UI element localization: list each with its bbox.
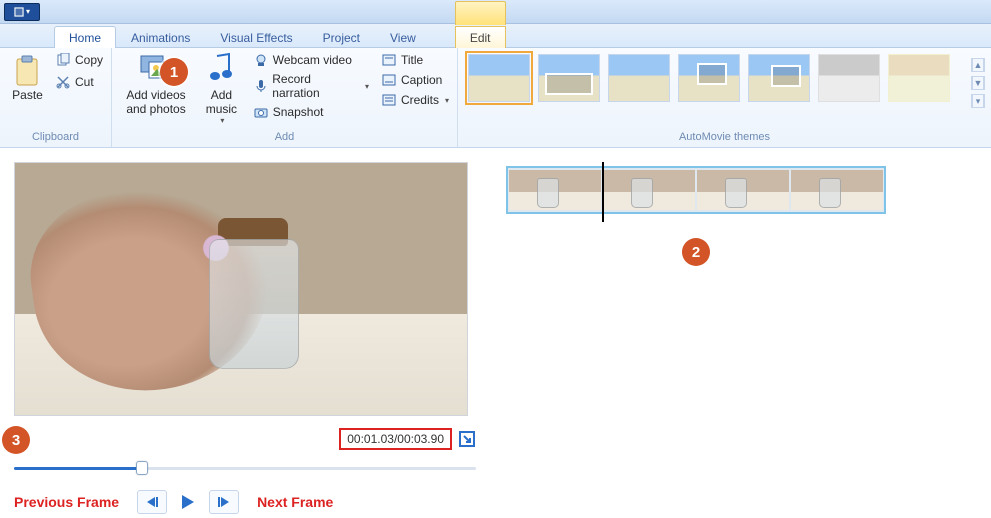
credits-label: Credits bbox=[401, 93, 439, 107]
camera-icon bbox=[253, 104, 269, 120]
previous-frame-button[interactable] bbox=[137, 490, 167, 514]
clipboard-icon bbox=[13, 54, 41, 88]
webcam-label: Webcam video bbox=[273, 53, 352, 67]
microphone-icon bbox=[253, 78, 269, 94]
group-label-automovie: AutoMovie themes bbox=[468, 129, 981, 145]
title-label: Title bbox=[401, 53, 423, 67]
previous-frame-label: Previous Frame bbox=[14, 494, 119, 510]
add-music-button[interactable]: Add music▾ bbox=[198, 52, 245, 125]
automovie-theme-gallery[interactable] bbox=[468, 54, 981, 102]
expand-icon: ▾ bbox=[972, 94, 984, 108]
add-videos-photos-label: Add videos and photos bbox=[126, 88, 185, 116]
gallery-down-button[interactable]: ▼ bbox=[971, 76, 985, 90]
play-button[interactable] bbox=[173, 490, 203, 514]
paste-button[interactable]: Paste bbox=[8, 52, 47, 104]
chevron-down-icon: ▾ bbox=[26, 7, 30, 16]
tab-edit[interactable]: Edit bbox=[455, 26, 506, 48]
theme-thumb-2[interactable] bbox=[538, 54, 600, 102]
ribbon: Paste Copy Cut Clipboard Add vide bbox=[0, 48, 991, 148]
snapshot-label: Snapshot bbox=[273, 105, 324, 119]
title-icon bbox=[381, 52, 397, 68]
add-music-label: Add music bbox=[206, 88, 237, 116]
cut-label: Cut bbox=[75, 75, 94, 89]
record-narration-button[interactable]: Record narration ▾ bbox=[253, 72, 369, 100]
transport-controls: Previous Frame Next Frame bbox=[14, 490, 476, 514]
theme-thumb-1[interactable] bbox=[468, 54, 530, 102]
gallery-expand-button[interactable]: ▾ bbox=[971, 94, 985, 108]
next-frame-button[interactable] bbox=[209, 490, 239, 514]
tab-view[interactable]: View bbox=[375, 26, 431, 48]
seek-bar[interactable] bbox=[14, 460, 476, 476]
tab-animations[interactable]: Animations bbox=[116, 26, 205, 48]
theme-thumb-4[interactable] bbox=[678, 54, 740, 102]
timeline-clip[interactable] bbox=[506, 166, 886, 214]
theme-thumb-3[interactable] bbox=[608, 54, 670, 102]
ribbon-tabs: Home Animations Visual Effects Project V… bbox=[0, 24, 991, 48]
group-label-add: Add bbox=[120, 129, 449, 145]
group-label-clipboard: Clipboard bbox=[8, 129, 103, 145]
theme-thumb-5[interactable] bbox=[748, 54, 810, 102]
contextual-tab-header bbox=[455, 1, 506, 25]
video-preview[interactable] bbox=[14, 162, 468, 416]
app-menu-button[interactable]: ▾ bbox=[4, 3, 40, 21]
annotation-badge-3: 3 bbox=[2, 426, 30, 454]
credits-button[interactable]: Credits ▾ bbox=[381, 92, 449, 108]
next-frame-label: Next Frame bbox=[257, 494, 333, 510]
copy-icon bbox=[55, 52, 71, 68]
tab-project[interactable]: Project bbox=[308, 26, 375, 48]
theme-thumb-7[interactable] bbox=[888, 54, 950, 102]
webcam-icon bbox=[253, 52, 269, 68]
step-forward-icon bbox=[215, 495, 233, 509]
film-icon bbox=[14, 7, 24, 17]
copy-label: Copy bbox=[75, 53, 103, 67]
tab-home[interactable]: Home bbox=[54, 26, 116, 48]
copy-button[interactable]: Copy bbox=[55, 52, 103, 68]
group-clipboard: Paste Copy Cut Clipboard bbox=[0, 48, 112, 147]
seek-knob[interactable] bbox=[136, 461, 148, 475]
group-automovie: ▲ ▼ ▾ AutoMovie themes bbox=[458, 48, 991, 147]
gallery-up-button[interactable]: ▲ bbox=[971, 58, 985, 72]
scissors-icon bbox=[55, 74, 71, 90]
step-back-icon bbox=[143, 495, 161, 509]
title-button[interactable]: Title bbox=[381, 52, 449, 68]
chevron-down-icon: ▾ bbox=[220, 116, 224, 125]
chevron-down-icon: ▾ bbox=[365, 82, 369, 91]
snapshot-button[interactable]: Snapshot bbox=[253, 104, 369, 120]
annotation-badge-2: 2 bbox=[682, 238, 710, 266]
music-note-icon bbox=[203, 52, 239, 88]
paste-label: Paste bbox=[12, 88, 43, 102]
chevron-down-icon: ▾ bbox=[445, 96, 449, 105]
caption-button[interactable]: Caption bbox=[381, 72, 449, 88]
caption-icon bbox=[381, 72, 397, 88]
cut-button[interactable]: Cut bbox=[55, 74, 103, 90]
webcam-video-button[interactable]: Webcam video bbox=[253, 52, 369, 68]
timeline-playhead[interactable] bbox=[602, 162, 604, 222]
play-icon bbox=[179, 494, 197, 510]
tab-visual-effects[interactable]: Visual Effects bbox=[205, 26, 307, 48]
credits-icon bbox=[381, 92, 397, 108]
main-area: 3 00:01.03/00:03.90 Previous Frame bbox=[0, 148, 991, 518]
theme-thumb-6[interactable] bbox=[818, 54, 880, 102]
chevron-down-icon: ▼ bbox=[972, 76, 984, 90]
timecode-display: 00:01.03/00:03.90 bbox=[339, 428, 452, 450]
chevron-up-icon: ▲ bbox=[972, 58, 984, 72]
preview-pane: 00:01.03/00:03.90 Previous Frame bbox=[14, 162, 476, 514]
annotation-badge-1: 1 bbox=[160, 58, 188, 86]
record-narration-label: Record narration bbox=[272, 72, 359, 100]
fullscreen-button[interactable] bbox=[458, 430, 476, 448]
timeline-pane: 2 bbox=[506, 162, 886, 514]
caption-label: Caption bbox=[401, 73, 442, 87]
